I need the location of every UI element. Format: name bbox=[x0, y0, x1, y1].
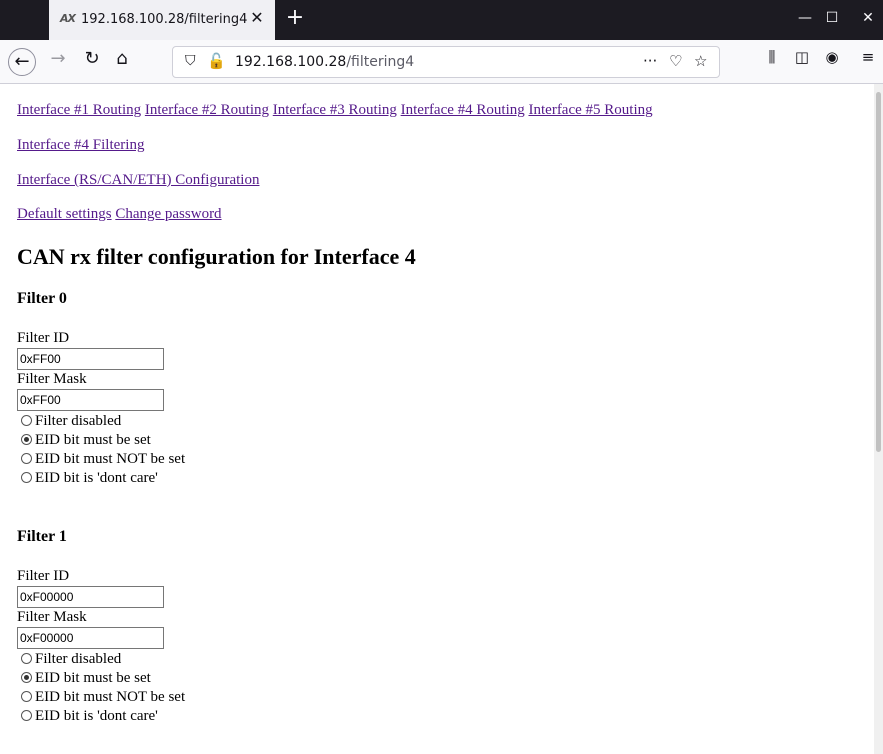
maximize-button[interactable]: ☐ bbox=[817, 10, 847, 26]
option-label: EID bit must NOT be set bbox=[35, 689, 186, 705]
filter-0-heading: Filter 0 bbox=[17, 290, 67, 307]
address-bar[interactable]: ⛉ 🔓 192.168.100.28/filtering4 ··· ♡ ☆ bbox=[172, 46, 720, 78]
library-icon[interactable]: ⫼ bbox=[758, 48, 786, 76]
link-default-settings[interactable]: Default settings bbox=[17, 206, 112, 222]
link-interface-configuration[interactable]: Interface (RS/CAN/ETH) Configuration bbox=[17, 172, 259, 188]
filter-0-option-dont-care[interactable]: EID bit is 'dont care' bbox=[21, 470, 158, 487]
radio-icon[interactable] bbox=[21, 472, 32, 483]
link-interface-1-routing[interactable]: Interface #1 Routing bbox=[17, 102, 141, 118]
site-favicon-icon: AX bbox=[60, 12, 76, 25]
pocket-icon[interactable]: ♡ bbox=[669, 52, 682, 70]
option-label: EID bit is 'dont care' bbox=[35, 708, 158, 724]
insecure-lock-icon[interactable]: 🔓 bbox=[207, 52, 226, 70]
sidebar-icon[interactable]: ◫ bbox=[788, 48, 816, 76]
option-label: EID bit must be set bbox=[35, 670, 151, 686]
filter-0-option-eid-not-set[interactable]: EID bit must NOT be set bbox=[21, 451, 185, 468]
filter-1-option-eid-set[interactable]: EID bit must be set bbox=[21, 670, 151, 687]
page-scrollbar[interactable] bbox=[874, 84, 883, 754]
radio-icon[interactable] bbox=[21, 710, 32, 721]
filter-1-id-label: Filter ID bbox=[17, 568, 70, 584]
option-label: Filter disabled bbox=[35, 651, 122, 667]
page-title: CAN rx filter configuration for Interfac… bbox=[17, 244, 416, 269]
option-label: EID bit must be set bbox=[35, 432, 151, 448]
forward-button[interactable]: → bbox=[44, 48, 72, 76]
link-change-password[interactable]: Change password bbox=[115, 206, 221, 222]
routing-links: Interface #1 Routing Interface #2 Routin… bbox=[17, 102, 653, 119]
filter-1-option-disabled[interactable]: Filter disabled bbox=[21, 651, 121, 668]
filter-0-mask-label: Filter Mask bbox=[17, 371, 87, 387]
browser-tab[interactable]: AX 192.168.100.28/filtering4 ✕ bbox=[49, 0, 275, 40]
radio-icon[interactable] bbox=[21, 453, 32, 464]
tab-title: 192.168.100.28/filtering4 bbox=[81, 12, 248, 27]
option-label: EID bit must NOT be set bbox=[35, 451, 186, 467]
filter-0-option-eid-set[interactable]: EID bit must be set bbox=[21, 432, 151, 449]
link-interface-4-routing[interactable]: Interface #4 Routing bbox=[401, 102, 525, 118]
url-host: 192.168.100.28 bbox=[235, 54, 347, 70]
option-label: Filter disabled bbox=[35, 413, 122, 429]
radio-icon[interactable] bbox=[21, 653, 32, 664]
filter-1-mask-input[interactable] bbox=[17, 627, 164, 649]
account-icon[interactable]: ◉ bbox=[818, 48, 846, 76]
radio-icon[interactable] bbox=[21, 691, 32, 702]
filter-1-id-input[interactable] bbox=[17, 586, 164, 608]
url-path: /filtering4 bbox=[346, 54, 415, 70]
minimize-button[interactable]: — bbox=[790, 10, 820, 26]
option-label: EID bit is 'dont care' bbox=[35, 470, 158, 486]
tracking-shield-icon[interactable]: ⛉ bbox=[185, 53, 196, 69]
filter-1-mask-label: Filter Mask bbox=[17, 609, 87, 625]
filter-1-heading: Filter 1 bbox=[17, 528, 67, 545]
filter-0-option-disabled[interactable]: Filter disabled bbox=[21, 413, 121, 430]
filter-0-id-label: Filter ID bbox=[17, 330, 70, 346]
radio-checked-icon[interactable] bbox=[21, 672, 32, 683]
filtering-links: Interface #4 Filtering bbox=[17, 137, 144, 154]
scrollbar-thumb[interactable] bbox=[876, 92, 881, 452]
radio-icon[interactable] bbox=[21, 415, 32, 426]
radio-checked-icon[interactable] bbox=[21, 434, 32, 445]
menu-icon[interactable]: ≡ bbox=[854, 48, 882, 76]
nav-toolbar: ← → ↻ ⌂ ⛉ 🔓 192.168.100.28/filtering4 ··… bbox=[0, 40, 883, 84]
settings-links: Default settings Change password bbox=[17, 206, 222, 223]
link-interface-5-routing[interactable]: Interface #5 Routing bbox=[529, 102, 653, 118]
new-tab-button[interactable]: + bbox=[283, 6, 307, 30]
link-interface-2-routing[interactable]: Interface #2 Routing bbox=[145, 102, 269, 118]
page-content: Interface #1 Routing Interface #2 Routin… bbox=[0, 84, 872, 754]
tab-close-icon[interactable]: ✕ bbox=[247, 8, 267, 28]
filter-0-mask-input[interactable] bbox=[17, 389, 164, 411]
tab-strip: AX 192.168.100.28/filtering4 ✕ + — ☐ ✕ bbox=[0, 0, 883, 40]
filter-1-option-dont-care[interactable]: EID bit is 'dont care' bbox=[21, 708, 158, 725]
url-text[interactable]: 192.168.100.28/filtering4 bbox=[235, 54, 414, 70]
link-interface-3-routing[interactable]: Interface #3 Routing bbox=[273, 102, 397, 118]
config-links: Interface (RS/CAN/ETH) Configuration bbox=[17, 172, 259, 189]
page-actions-icon[interactable]: ··· bbox=[643, 52, 657, 70]
link-interface-4-filtering[interactable]: Interface #4 Filtering bbox=[17, 137, 144, 153]
back-button[interactable]: ← bbox=[8, 48, 36, 76]
filter-1-option-eid-not-set[interactable]: EID bit must NOT be set bbox=[21, 689, 185, 706]
bookmark-star-icon[interactable]: ☆ bbox=[694, 52, 707, 70]
filter-0-id-input[interactable] bbox=[17, 348, 164, 370]
home-button[interactable]: ⌂ bbox=[108, 48, 136, 76]
close-window-button[interactable]: ✕ bbox=[853, 10, 883, 26]
reload-button[interactable]: ↻ bbox=[78, 48, 106, 76]
